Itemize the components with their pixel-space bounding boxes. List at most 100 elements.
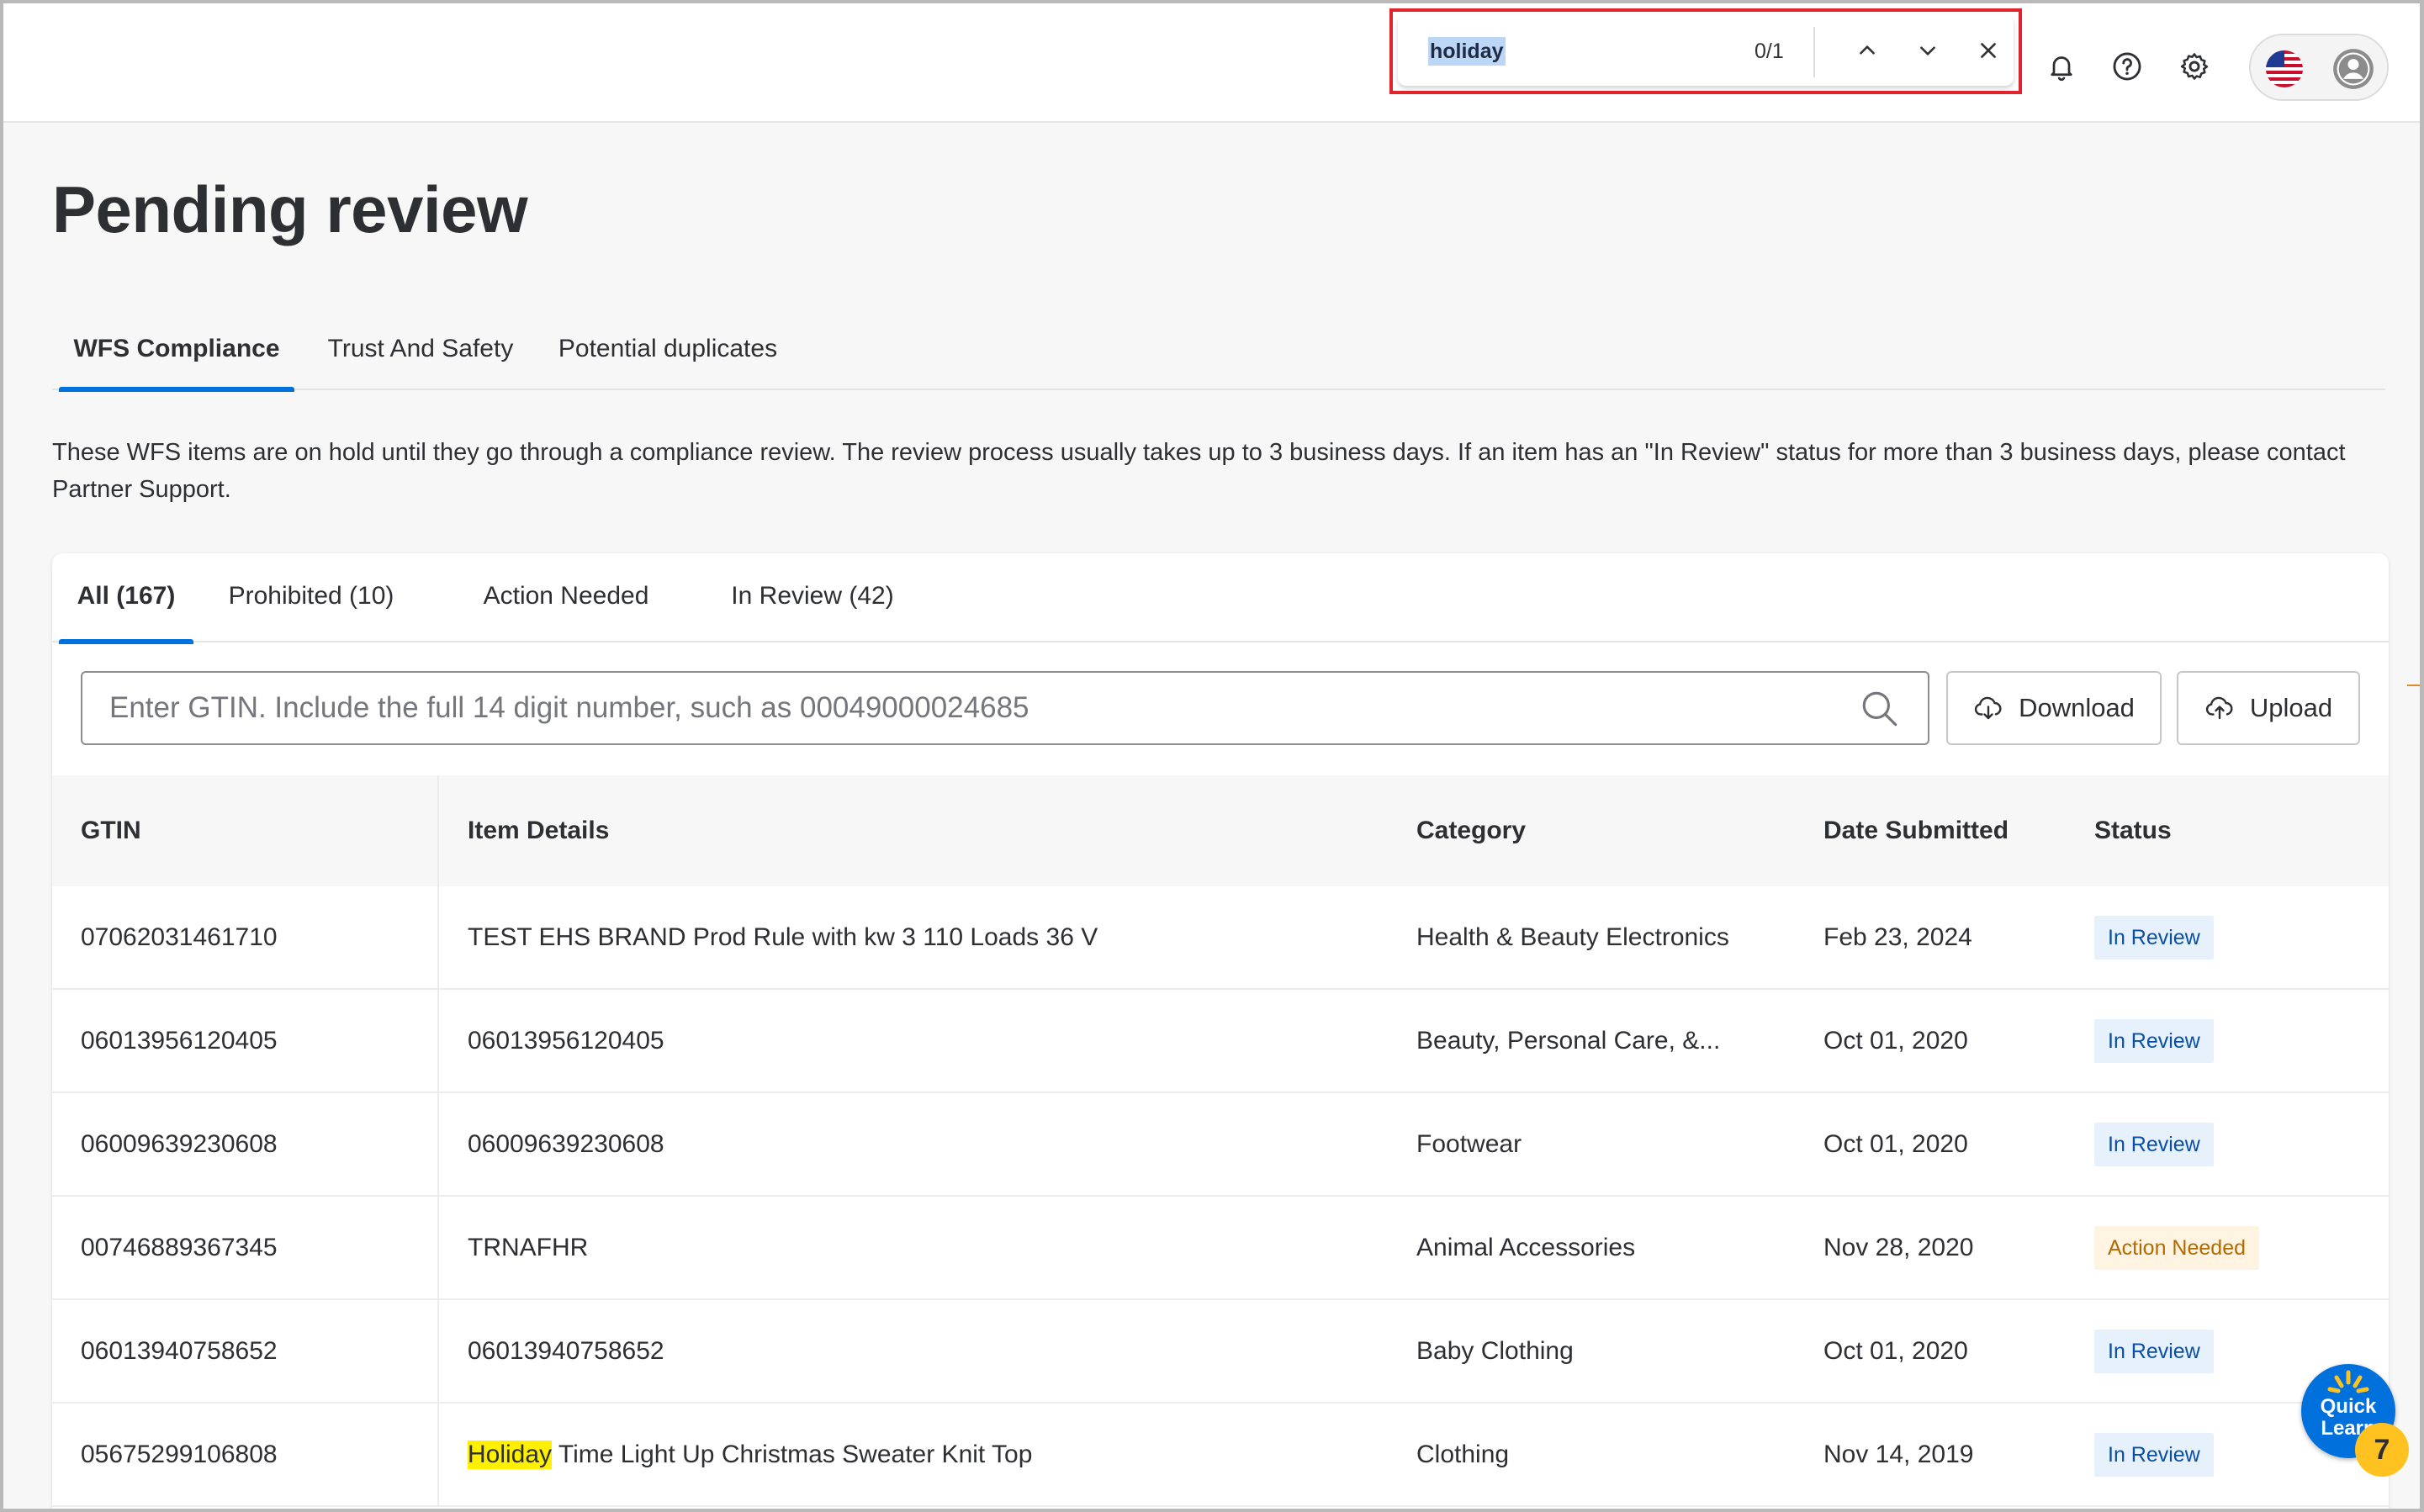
bell-icon <box>2051 56 2072 82</box>
cell-date-submitted: Nov 28, 2020 <box>1823 1233 1974 1261</box>
cell-gtin: 00746889367345 <box>81 1233 278 1261</box>
header-date-submitted[interactable]: Date Submitted <box>1823 775 2009 886</box>
status-filter-tabs: All (167) Prohibited (10) Action Needed … <box>52 553 2389 695</box>
cell-status: In Review <box>2094 990 2214 1092</box>
status-badge: In Review <box>2094 1329 2214 1373</box>
table-row[interactable]: 07062031461710 TEST EHS BRAND Prod Rule … <box>52 886 2389 990</box>
cell-status: In Review <box>2094 1404 2214 1505</box>
find-in-page-bar: holiday 0/1 <box>1389 8 2022 94</box>
cell-category: Baby Clothing <box>1416 1336 1574 1365</box>
help-icon <box>2113 52 2141 81</box>
tab-action-needed[interactable]: Action Needed (115) <box>453 553 680 695</box>
cell-category: Health & Beauty Electronics <box>1416 923 1729 951</box>
page-title: Pending review <box>52 172 528 246</box>
cell-status: In Review <box>2094 886 2214 988</box>
download-label: Download <box>2019 693 2135 722</box>
header-gtin[interactable]: GTIN <box>81 775 141 886</box>
app-window: holiday 0/1 Pending review WFS Complianc… <box>0 0 2424 1512</box>
top-header: holiday 0/1 <box>3 3 2420 123</box>
tab-prohibited[interactable]: Prohibited (10) <box>225 553 397 642</box>
cell-date-submitted: Oct 01, 2020 <box>1823 1336 1968 1365</box>
column-divider <box>437 1404 439 1505</box>
items-card: All (167) Prohibited (10) Action Needed … <box>52 553 2389 1509</box>
cloud-download-icon <box>1974 696 2002 720</box>
close-icon <box>1981 43 1996 58</box>
items-table: GTIN Item Details Category Date Submitte… <box>52 775 2389 1507</box>
cell-item-details[interactable]: TRNAFHR <box>468 1197 588 1298</box>
column-divider <box>437 1093 439 1195</box>
cell-item-details[interactable]: 06009639230608 <box>468 1093 664 1195</box>
cell-category: Animal Accessories <box>1416 1233 1636 1261</box>
download-button[interactable]: Download <box>1946 671 2162 745</box>
cloud-upload-icon <box>2205 696 2233 720</box>
tab-potential-duplicates[interactable]: Potential duplicates <box>555 323 781 390</box>
cell-date-submitted: Oct 01, 2020 <box>1823 1129 1968 1158</box>
table-header-row: GTIN Item Details Category Date Submitte… <box>52 775 2389 886</box>
item-details-text: Time Light Up Christmas Sweater Knit Top <box>552 1440 1033 1468</box>
settings-button[interactable] <box>2175 47 2214 86</box>
tab-wfs-compliance[interactable]: WFS Compliance <box>59 323 294 392</box>
header-status[interactable]: Status <box>2094 775 2172 886</box>
cell-gtin: 07062031461710 <box>81 923 278 951</box>
help-button[interactable] <box>2108 47 2146 86</box>
cell-gtin: 06009639230608 <box>81 1129 278 1158</box>
tab-trust-and-safety[interactable]: Trust And Safety <box>321 323 520 390</box>
find-match-count: 0/1 <box>1754 40 1784 63</box>
cell-gtin: 06013940758652 <box>81 1336 278 1365</box>
cell-status: In Review <box>2094 1300 2214 1402</box>
cell-category: Footwear <box>1416 1129 1522 1158</box>
account-menu-button[interactable] <box>2249 34 2389 101</box>
column-divider <box>437 886 439 988</box>
cell-status: In Review <box>2094 1093 2214 1195</box>
settings-icon <box>2180 53 2209 80</box>
table-row[interactable]: 05675299106808 Holiday Time Light Up Chr… <box>52 1404 2389 1507</box>
find-close-button[interactable] <box>1968 30 2009 71</box>
table-row[interactable]: 06013956120405 06013956120405 Beauty, Pe… <box>52 990 2389 1093</box>
cell-gtin: 06013956120405 <box>81 1026 278 1055</box>
cell-item-details[interactable]: 06013956120405 <box>468 990 664 1092</box>
cell-category: Clothing <box>1416 1440 1510 1468</box>
find-previous-button[interactable] <box>1847 30 1887 71</box>
column-divider <box>437 1197 439 1298</box>
search-icon[interactable] <box>1859 688 1901 730</box>
cell-date-submitted: Feb 23, 2024 <box>1823 923 1972 951</box>
scroll-marker <box>2407 685 2420 686</box>
table-row[interactable]: 00746889367345 TRNAFHR Animal Accessorie… <box>52 1197 2389 1300</box>
tab-in-review[interactable]: In Review (42) <box>730 553 895 642</box>
cell-item-details[interactable]: Holiday Time Light Up Christmas Sweater … <box>468 1404 1032 1505</box>
cell-item-details[interactable]: 06013940758652 <box>468 1300 664 1402</box>
column-divider <box>437 990 439 1092</box>
notifications-button[interactable] <box>2042 47 2081 86</box>
column-divider <box>437 1300 439 1402</box>
table-row[interactable]: 06013940758652 06013940758652 Baby Cloth… <box>52 1300 2389 1404</box>
find-bar-divider <box>1813 27 1815 77</box>
status-badge: In Review <box>2094 1018 2214 1063</box>
find-bar-panel: holiday 0/1 <box>1398 15 2014 86</box>
upload-label: Upload <box>2249 693 2333 722</box>
gtin-search-box <box>81 671 1929 745</box>
find-next-button[interactable] <box>1908 30 1948 71</box>
header-category[interactable]: Category <box>1416 775 1526 886</box>
find-query-input[interactable]: holiday <box>1428 37 1506 66</box>
column-divider <box>437 775 439 886</box>
cell-item-details[interactable]: TEST EHS BRAND Prod Rule with kw 3 110 L… <box>468 886 1098 988</box>
header-item-details[interactable]: Item Details <box>468 775 609 886</box>
status-badge: In Review <box>2094 915 2214 960</box>
cell-date-submitted: Oct 01, 2020 <box>1823 1026 1968 1055</box>
page-description: These WFS items are on hold until they g… <box>52 439 2346 503</box>
cell-status: Action Needed <box>2094 1197 2260 1298</box>
status-badge: Action Needed <box>2094 1225 2260 1270</box>
cell-date-submitted: Nov 14, 2019 <box>1823 1440 1974 1468</box>
chevron-down-icon <box>1920 46 1935 56</box>
tab-all[interactable]: All (167) <box>59 553 193 644</box>
gtin-search-input[interactable] <box>82 673 1866 743</box>
table-row[interactable]: 06009639230608 06009639230608 Footwear O… <box>52 1093 2389 1197</box>
account-icon <box>2331 47 2375 91</box>
find-match-highlight: Holiday <box>468 1440 553 1469</box>
upload-button[interactable]: Upload <box>2177 671 2360 745</box>
quick-learn-count-badge: 7 <box>2355 1423 2409 1477</box>
chevron-up-icon <box>1860 45 1875 55</box>
compliance-tabs: WFS Compliance Trust And Safety Potentia… <box>52 323 2385 392</box>
status-badge: In Review <box>2094 1122 2214 1166</box>
status-badge: In Review <box>2094 1432 2214 1477</box>
